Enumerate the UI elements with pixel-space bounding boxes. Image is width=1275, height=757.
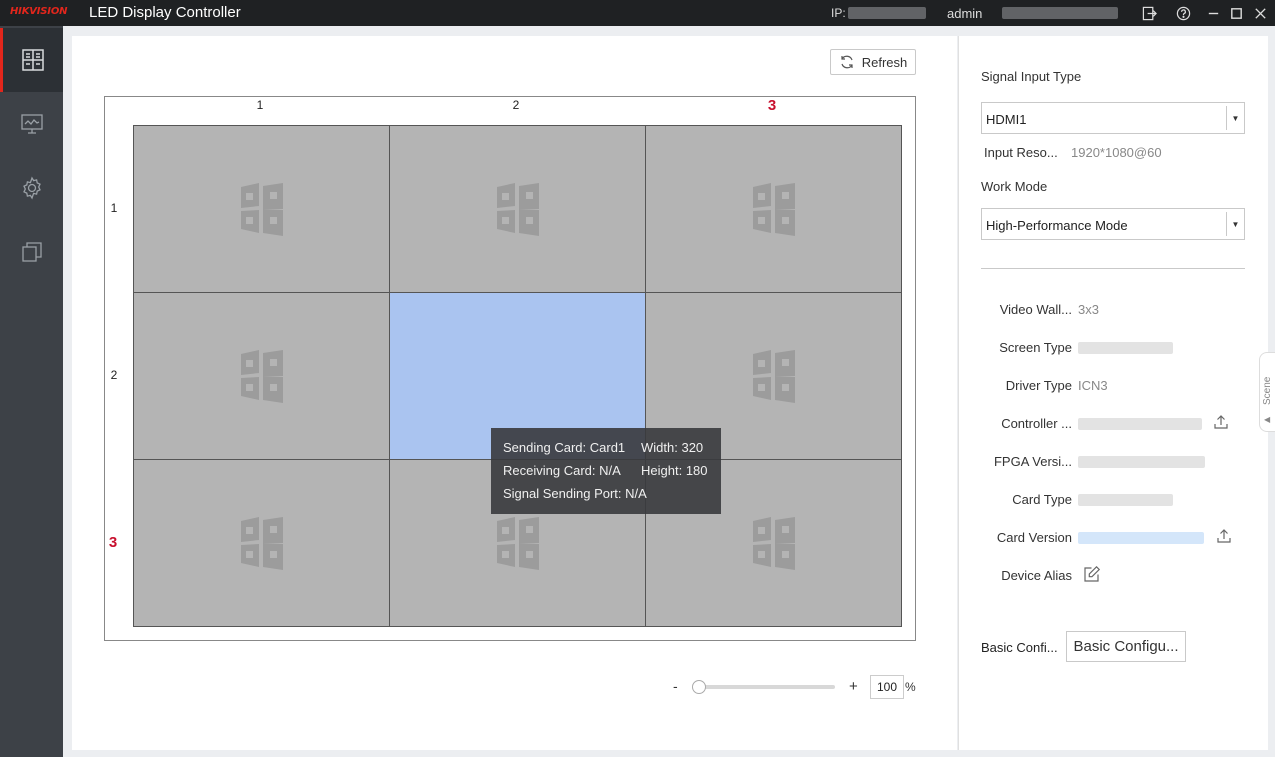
device-alias-label: Device Alias — [1001, 568, 1072, 583]
controller-label: Controller ... — [1001, 416, 1072, 431]
nav-item-monitor[interactable] — [0, 92, 63, 156]
width-label: Width: — [641, 440, 678, 455]
driver-type-value: ICN3 — [1078, 378, 1108, 393]
screen-placeholder-icon — [239, 181, 285, 237]
card-type-label: Card Type — [1012, 492, 1072, 507]
refresh-button[interactable]: Refresh — [830, 49, 916, 75]
row-label-2: 2 — [110, 368, 118, 382]
work-mode-value: High-Performance Mode — [986, 218, 1128, 233]
screen-info-tooltip: Sending Card: Card1 Width: 320 Receiving… — [491, 428, 721, 514]
screen-placeholder-icon — [751, 181, 797, 237]
chevron-down-icon[interactable]: ▼ — [1226, 212, 1244, 236]
screen-placeholder-icon — [495, 515, 541, 571]
card-version-value-redacted — [1078, 532, 1204, 544]
logout-icon[interactable] — [1140, 4, 1158, 22]
card-type-value-redacted — [1078, 494, 1173, 506]
column-label-3: 3 — [767, 97, 777, 114]
screen-type-value-redacted — [1078, 342, 1173, 354]
nav-item-copy[interactable] — [0, 220, 63, 284]
scene-tab-label: Scene — [1262, 376, 1273, 405]
refresh-icon — [841, 55, 853, 69]
app-title: LED Display Controller — [89, 4, 241, 21]
basic-config-button[interactable]: Basic Configu... — [1066, 631, 1186, 662]
nav-item-settings[interactable] — [0, 156, 63, 220]
basic-config-label: Basic Confi... — [981, 640, 1058, 655]
zoom-in-button[interactable]: + — [849, 678, 858, 695]
upload-icon[interactable] — [1213, 414, 1229, 430]
width-value: 320 — [681, 440, 704, 455]
screen-placeholder-icon — [495, 181, 541, 237]
row-label-3: 3 — [108, 534, 118, 551]
scene-side-tab[interactable]: Scene ◀ — [1259, 352, 1275, 432]
title-bar: HIKVISION LED Display Controller IP: adm… — [0, 0, 1275, 26]
datetime-redacted — [1002, 7, 1118, 19]
ip-address-redacted — [848, 7, 926, 19]
height-value: 180 — [685, 463, 708, 478]
chevron-left-icon: ◀ — [1264, 415, 1271, 424]
minimize-icon[interactable] — [1204, 4, 1222, 22]
sending-card-label: Sending Card: — [503, 440, 587, 455]
signal-input-type-label: Signal Input Type — [981, 69, 1082, 84]
screen-cell-r1-c1[interactable] — [133, 125, 390, 293]
fpga-version-value-redacted — [1078, 456, 1205, 468]
edit-icon[interactable] — [1083, 565, 1101, 583]
copy-icon — [21, 242, 42, 262]
video-wall-value: 3x3 — [1078, 302, 1099, 317]
upload-icon[interactable] — [1216, 528, 1232, 544]
signal-port-label: Signal Sending Port: — [503, 486, 622, 501]
work-mode-select[interactable]: High-Performance Mode ▼ — [981, 208, 1245, 240]
card-version-label: Card Version — [996, 530, 1072, 545]
signal-input-type-value: HDMI1 — [986, 112, 1027, 127]
screen-cell-r1-c3[interactable] — [645, 125, 902, 293]
controller-value-redacted — [1078, 418, 1202, 430]
refresh-label: Refresh — [861, 54, 908, 70]
settings-icon — [22, 176, 41, 200]
brand-logo: HIKVISION — [10, 6, 68, 17]
signal-input-type-select[interactable]: HDMI1 ▼ — [981, 102, 1245, 134]
zoom-out-button[interactable]: - — [673, 678, 678, 694]
column-label-1: 1 — [256, 98, 264, 112]
layout-icon — [22, 49, 44, 71]
row-label-1: 1 — [110, 201, 118, 215]
screen-placeholder-icon — [239, 348, 285, 404]
signal-port-value: N/A — [625, 486, 647, 501]
nav-item-layout[interactable] — [0, 28, 63, 92]
input-resolution-value: 1920*1080@60 — [1071, 145, 1162, 160]
column-label-2: 2 — [512, 98, 520, 112]
height-label: Height: — [641, 463, 683, 478]
screen-placeholder-icon — [751, 348, 797, 404]
help-icon[interactable] — [1174, 4, 1192, 22]
username: admin — [947, 6, 983, 21]
receiving-card-label: Receiving Card: — [503, 463, 596, 478]
screen-cell-r1-c2[interactable] — [389, 125, 646, 293]
sending-card-value: Card1 — [589, 440, 626, 455]
monitor-icon — [20, 114, 43, 134]
screen-cell-r2-c1[interactable] — [133, 292, 390, 460]
screen-cell-r3-c1[interactable] — [133, 459, 390, 627]
ip-label: IP: — [831, 6, 846, 20]
zoom-slider-track[interactable] — [698, 685, 835, 689]
work-mode-label: Work Mode — [981, 179, 1048, 194]
zoom-value-input[interactable]: 100 — [870, 675, 904, 699]
screen-type-label: Screen Type — [999, 340, 1072, 355]
input-resolution-label: Input Reso... — [984, 145, 1058, 160]
zoom-unit: % — [905, 680, 916, 694]
close-icon[interactable] — [1251, 4, 1269, 22]
receiving-card-value: N/A — [599, 463, 621, 478]
chevron-down-icon[interactable]: ▼ — [1226, 106, 1244, 130]
zoom-slider-thumb[interactable] — [692, 680, 706, 694]
fpga-version-label: FPGA Versi... — [993, 454, 1072, 469]
left-nav — [0, 26, 63, 757]
screen-placeholder-icon — [239, 515, 285, 571]
maximize-icon[interactable] — [1227, 4, 1245, 22]
video-wall-label: Video Wall... — [999, 302, 1072, 317]
section-divider — [981, 268, 1245, 269]
screen-placeholder-icon — [751, 515, 797, 571]
driver-type-label: Driver Type — [1005, 378, 1072, 393]
